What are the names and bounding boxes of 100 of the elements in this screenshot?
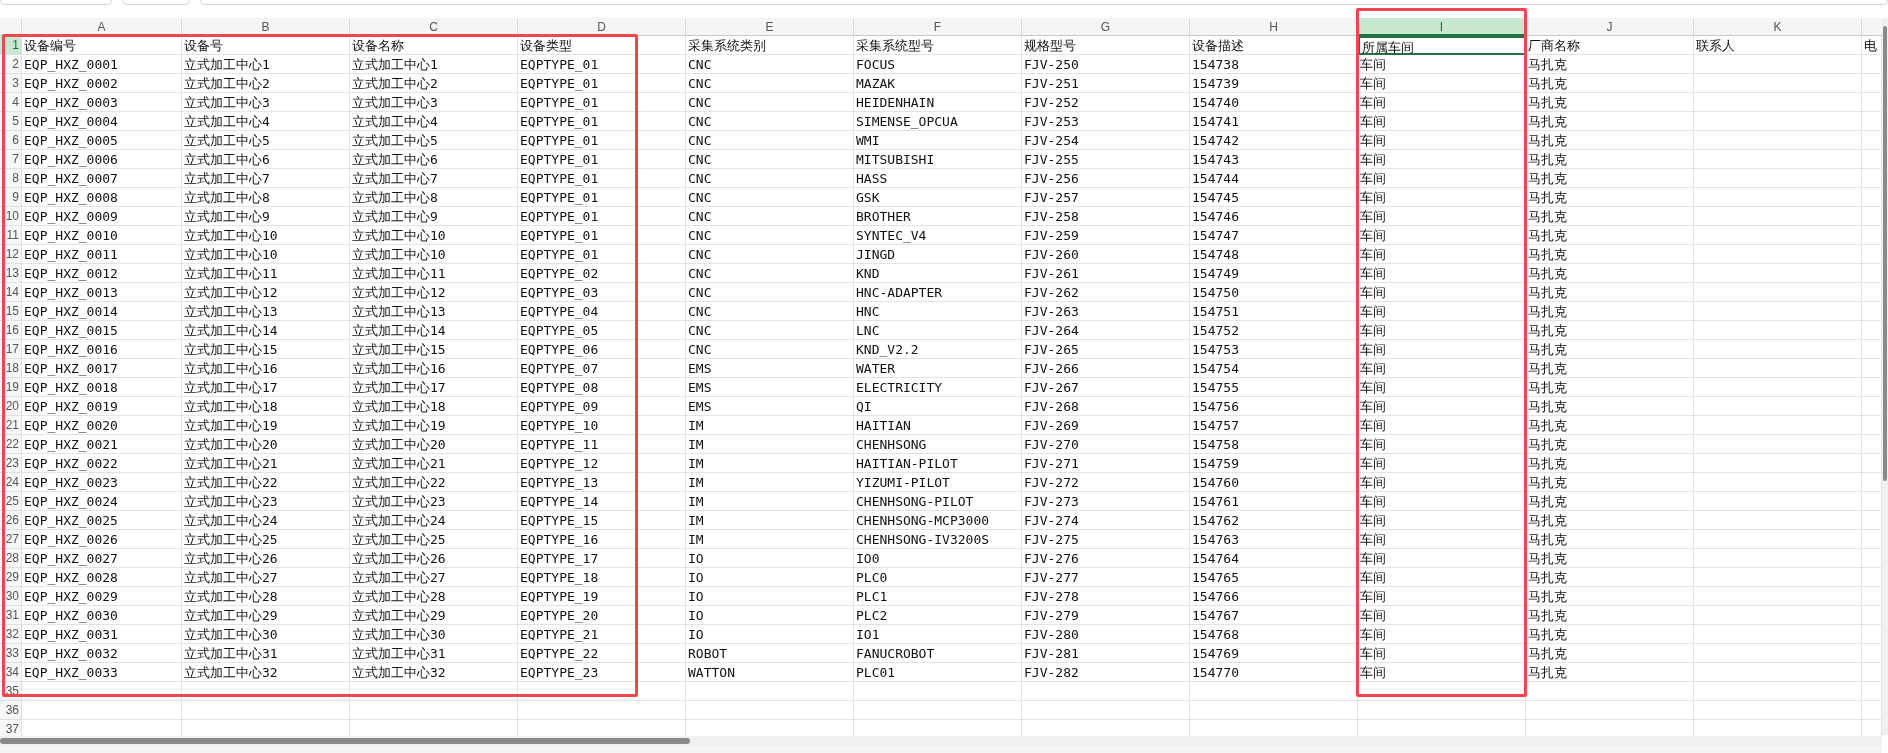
table-cell: 立式加工中心25 — [182, 530, 350, 549]
table-cell: EQPTYPE_05 — [518, 321, 686, 340]
table-cell: 马扎克 — [1526, 644, 1694, 663]
table-cell: FJV-262 — [1022, 283, 1190, 302]
table-cell: CNC — [686, 131, 854, 150]
column-header[interactable]: K — [1694, 18, 1862, 36]
table-cell: EQPTYPE_16 — [518, 530, 686, 549]
table-cell: 154742 — [1190, 131, 1358, 150]
table-cell: EQPTYPE_18 — [518, 568, 686, 587]
table-cell: HNC-ADAPTER — [854, 283, 1022, 302]
table-cell: 马扎克 — [1526, 359, 1694, 378]
scrollbar-thumb[interactable] — [1883, 26, 1887, 481]
table-cell: 车间 — [1358, 473, 1526, 492]
table-cell: 马扎克 — [1526, 207, 1694, 226]
table-cell: 车间 — [1358, 530, 1526, 549]
table-cell: 马扎克 — [1526, 321, 1694, 340]
table-cell: IM — [686, 435, 854, 454]
table-cell: 154759 — [1190, 454, 1358, 473]
table-cell: 立式加工中心28 — [182, 587, 350, 606]
table-cell: EQP_HXZ_0011 — [22, 245, 182, 264]
column-header[interactable]: I — [1358, 18, 1526, 36]
column-header[interactable]: H — [1190, 18, 1358, 36]
table-cell: IM — [686, 416, 854, 435]
table-cell: 车间 — [1358, 606, 1526, 625]
table-cell: 立式加工中心21 — [182, 454, 350, 473]
table-cell: 立式加工中心4 — [350, 112, 518, 131]
table-cell: 马扎克 — [1526, 530, 1694, 549]
table-cell: EQP_HXZ_0031 — [22, 625, 182, 644]
column-header[interactable]: D — [518, 18, 686, 36]
table-cell: 车间 — [1358, 492, 1526, 511]
column-header[interactable]: C — [350, 18, 518, 36]
table-cell: 立式加工中心9 — [350, 207, 518, 226]
table-cell: 立式加工中心30 — [182, 625, 350, 644]
table-cell: EQPTYPE_19 — [518, 587, 686, 606]
table-cell: 立式加工中心28 — [350, 587, 518, 606]
table-cell: EQPTYPE_01 — [518, 112, 686, 131]
table-cell: FJV-265 — [1022, 340, 1190, 359]
column-header[interactable]: B — [182, 18, 350, 36]
table-cell: 立式加工中心31 — [350, 644, 518, 663]
table-cell: EQPTYPE_14 — [518, 492, 686, 511]
table-cell: EQP_HXZ_0027 — [22, 549, 182, 568]
horizontal-scrollbar[interactable] — [0, 736, 1882, 746]
vertical-scrollbar[interactable] — [1882, 18, 1888, 735]
column-header[interactable]: F — [854, 18, 1022, 36]
table-cell: EQP_HXZ_0020 — [22, 416, 182, 435]
table-cell: 立式加工中心26 — [182, 549, 350, 568]
table-cell: FJV-267 — [1022, 378, 1190, 397]
table-cell: EQPTYPE_15 — [518, 511, 686, 530]
table-cell: 154753 — [1190, 340, 1358, 359]
table-cell: IO0 — [854, 549, 1022, 568]
table-cell: 154745 — [1190, 188, 1358, 207]
table-cell: 车间 — [1358, 454, 1526, 473]
table-cell: FJV-257 — [1022, 188, 1190, 207]
column-header[interactable]: E — [686, 18, 854, 36]
row-number[interactable]: 37 — [0, 720, 22, 736]
table-cell: 立式加工中心10 — [350, 245, 518, 264]
table-cell: 车间 — [1358, 549, 1526, 568]
table-cell: EMS — [686, 359, 854, 378]
formula-bar[interactable] — [200, 0, 1888, 5]
table-cell: 马扎克 — [1526, 663, 1694, 682]
table-cell: 立式加工中心1 — [350, 55, 518, 74]
table-cell: 车间 — [1358, 435, 1526, 454]
row-number[interactable]: 36 — [0, 701, 22, 720]
scrollbar-thumb[interactable] — [0, 738, 690, 744]
table-cell: 立式加工中心19 — [182, 416, 350, 435]
table-cell: EQPTYPE_17 — [518, 549, 686, 568]
table-cell: 马扎克 — [1526, 264, 1694, 283]
table-cell: 立式加工中心30 — [350, 625, 518, 644]
column-header[interactable]: G — [1022, 18, 1190, 36]
table-cell: EQP_HXZ_0023 — [22, 473, 182, 492]
table-cell: 马扎克 — [1526, 606, 1694, 625]
table-cell: 车间 — [1358, 264, 1526, 283]
table-cell: CNC — [686, 302, 854, 321]
function-button[interactable] — [122, 0, 190, 5]
table-cell: FANUCROBOT — [854, 644, 1022, 663]
table-cell: 立式加工中心5 — [182, 131, 350, 150]
table-cell: EQP_HXZ_0033 — [22, 663, 182, 682]
table-cell: FJV-275 — [1022, 530, 1190, 549]
table-cell: EQPTYPE_01 — [518, 245, 686, 264]
table-cell: WMI — [854, 131, 1022, 150]
table-cell: KND_V2.2 — [854, 340, 1022, 359]
column-header[interactable]: J — [1526, 18, 1694, 36]
table-cell: CNC — [686, 188, 854, 207]
table-cell: 车间 — [1358, 207, 1526, 226]
table-cell: YIZUMI-PILOT — [854, 473, 1022, 492]
table-cell: FJV-252 — [1022, 93, 1190, 112]
table-cell: EQPTYPE_02 — [518, 264, 686, 283]
column-header[interactable]: A — [22, 18, 182, 36]
name-box[interactable] — [0, 0, 112, 5]
table-cell: FJV-253 — [1022, 112, 1190, 131]
table-cell: 马扎克 — [1526, 511, 1694, 530]
table-cell: FJV-280 — [1022, 625, 1190, 644]
table-cell: 马扎克 — [1526, 397, 1694, 416]
table-cell: FJV-268 — [1022, 397, 1190, 416]
table-cell: EQP_HXZ_0004 — [22, 112, 182, 131]
table-cell: EQPTYPE_21 — [518, 625, 686, 644]
table-cell: CNC — [686, 264, 854, 283]
table-cell: 立式加工中心6 — [350, 150, 518, 169]
table-cell: EQP_HXZ_0013 — [22, 283, 182, 302]
table-cell: 立式加工中心2 — [182, 74, 350, 93]
